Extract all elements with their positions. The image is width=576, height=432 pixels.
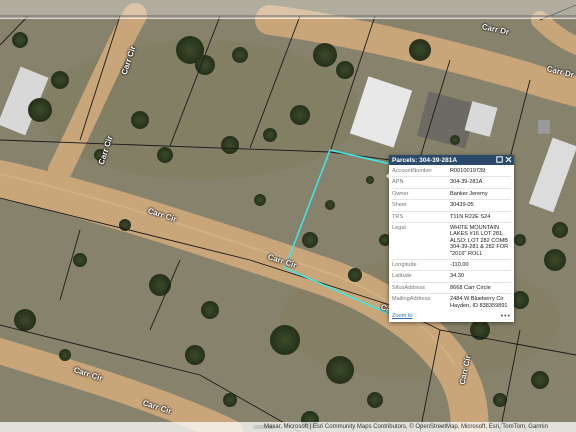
attribute-value: 304-39-281A <box>450 179 483 186</box>
attribute-value: 30439-05 <box>450 202 474 209</box>
attribute-key: APN <box>392 179 404 186</box>
attribute-row: Owner Banker Jeremy <box>392 190 511 201</box>
attribute-key: AccountNumber <box>392 168 433 174</box>
attribute-row: SitusAddress 8668 Carr Circle <box>392 284 511 295</box>
attribute-key: Sheet <box>392 202 407 209</box>
attribute-row: Sheet 30439-05 <box>392 202 511 212</box>
attribute-key: MailingAddress <box>392 296 431 303</box>
close-icon[interactable] <box>505 156 512 163</box>
attribute-key: SitusAddress <box>392 284 425 291</box>
attribute-row: APN 304-39-281A <box>392 179 511 189</box>
attribute-row: Longitude -110.00 <box>392 262 511 272</box>
attribute-key: TRS <box>392 213 404 220</box>
popup-footer: Zoom to ••• <box>392 312 511 320</box>
zoom-to-link[interactable]: Zoom to <box>392 313 413 319</box>
attribution-bar[interactable]: Maxar, Microsoft | Esri Community Maps C… <box>0 422 576 432</box>
top-toolbar-strip <box>0 0 576 19</box>
popup-attributes: AccountNumber R0010019739 APN 304-39-281A … <box>389 165 514 314</box>
attribute-row: MailingAddress 2484 W Blueberry Cir Hayde… <box>392 296 511 309</box>
more-actions-button[interactable]: ••• <box>501 313 511 320</box>
popup-title: Parcels: 304-39-281A <box>392 156 458 164</box>
attribute-value: WHITE MOUNTAIN LAKES #16 LOT 281, ALSO: … <box>450 225 509 257</box>
attribute-row: AccountNumber R0010019739 <box>392 168 511 178</box>
attribute-key: Latitude <box>392 273 412 280</box>
parcel-popup: Parcels: 304-39-281A AccountNumber R00100… <box>389 155 514 322</box>
attribute-value: T11N R22E S24 <box>450 213 491 220</box>
attribute-value: R0010019739 <box>450 168 486 174</box>
attribute-row: TRS T11N R22E S24 <box>392 213 511 224</box>
attribute-value: 34.30 <box>450 273 464 280</box>
attribute-value: 8668 Carr Circle <box>450 284 491 291</box>
maximize-icon[interactable] <box>496 156 503 163</box>
attribute-key: Owner <box>392 190 409 197</box>
attribute-key: Legal <box>392 225 406 232</box>
attribute-value: 2484 W Blueberry Cir Hayden, ID 83835989… <box>450 296 508 309</box>
popup-header: Parcels: 304-39-281A <box>389 155 514 165</box>
attribute-key: Longitude <box>392 262 417 269</box>
attribute-row: Latitude 34.30 <box>392 273 511 283</box>
attribute-value: Banker Jeremy <box>450 190 488 197</box>
map-view[interactable]: Carr Cir Carr Cir Carr Cir Carr Cir Carr… <box>0 0 576 432</box>
attribute-value: -110.00 <box>450 262 469 269</box>
attribute-row: Legal WHITE MOUNTAIN LAKES #16 LOT 281, A… <box>392 225 511 261</box>
